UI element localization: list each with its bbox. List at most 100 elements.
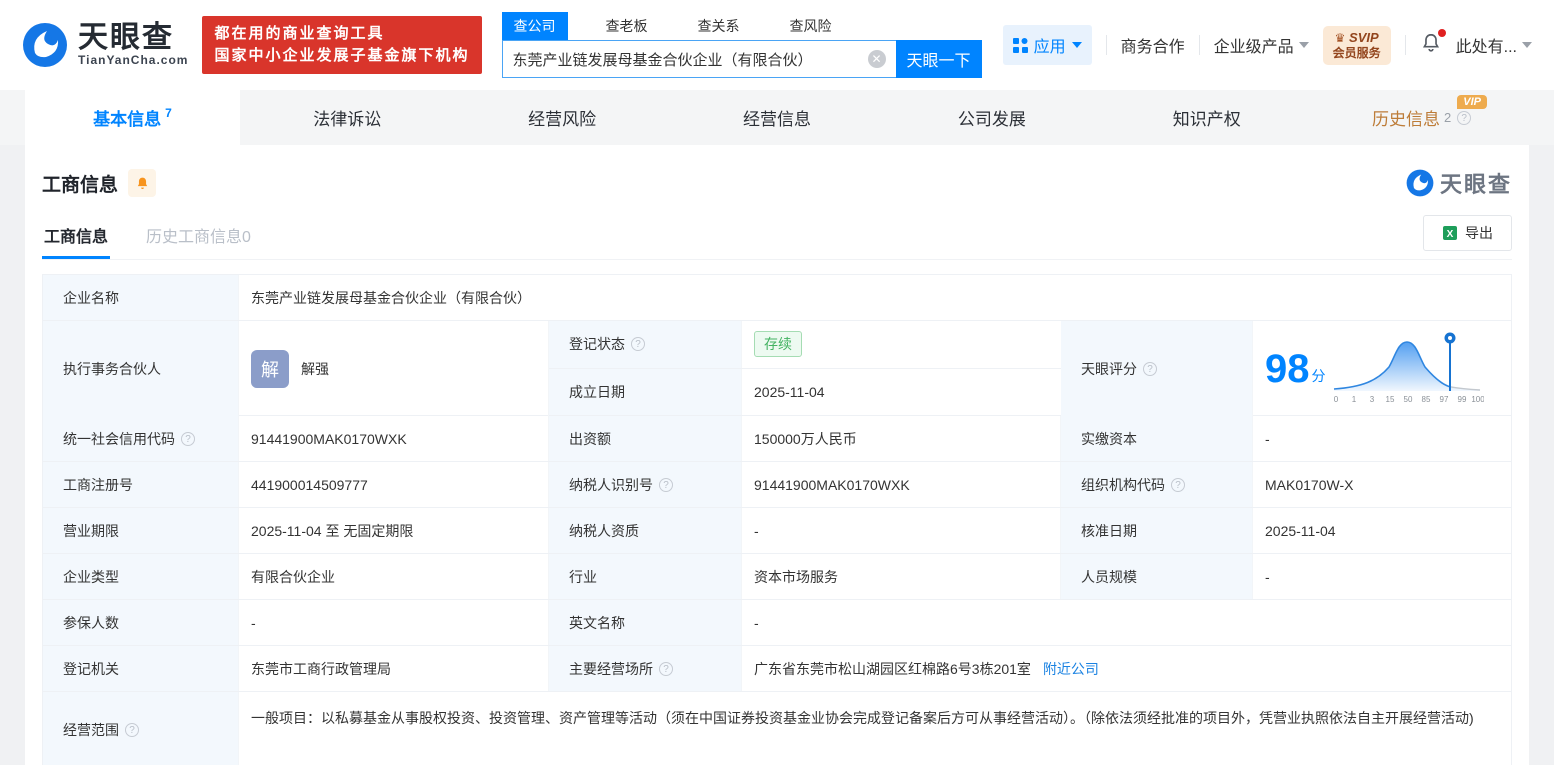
tab-count: 7 xyxy=(165,106,172,120)
tick-label: 50 xyxy=(1403,395,1412,404)
notifications-button[interactable] xyxy=(1420,28,1446,59)
svip-membership-button[interactable]: ♛ SVIP 会员服务 xyxy=(1322,25,1391,65)
reg-number-value: 441900014509777 xyxy=(239,462,549,507)
table-row: 营业期限 2025-11-04 至 无固定期限 纳税人资质 - 核准日期 202… xyxy=(43,508,1511,554)
divider xyxy=(1198,35,1200,55)
apps-label: 应用 xyxy=(1033,39,1066,56)
svip-sub-label: 会员服务 xyxy=(1332,45,1381,60)
tab-label: 历史信息 xyxy=(1371,110,1440,129)
field-label: 英文名称 xyxy=(549,600,742,645)
tab-basic-info[interactable]: 基本信息 7 xyxy=(25,90,240,145)
field-label-text: 主要经营场所 xyxy=(569,660,653,677)
field-label: 企业名称 xyxy=(43,275,239,320)
table-row: 企业名称 东莞产业链发展母基金合伙企业（有限合伙） xyxy=(43,275,1511,321)
tick-label: 99 xyxy=(1457,395,1466,404)
help-icon[interactable] xyxy=(1143,361,1157,376)
divider xyxy=(1404,35,1406,55)
tab-label: 知识产权 xyxy=(1172,110,1241,129)
search-tab-relation[interactable]: 查关系 xyxy=(686,12,752,40)
partner-name-link[interactable]: 解强 xyxy=(301,359,329,379)
field-label: 组织机构代码 xyxy=(1061,462,1253,507)
table-row: 登记机关 东莞市工商行政管理局 主要经营场所 广东省东莞市松山湖园区红棉路6号3… xyxy=(43,646,1511,692)
clear-search-icon[interactable]: ✕ xyxy=(867,50,886,68)
search-tab-company[interactable]: 查公司 xyxy=(501,12,568,40)
help-icon[interactable] xyxy=(631,337,645,352)
field-label: 企业类型 xyxy=(43,554,239,599)
field-label-text: 经营范围 xyxy=(63,722,119,738)
org-code-value: MAK0170W-X xyxy=(1265,476,1354,493)
tab-legal-proceedings[interactable]: 法律诉讼 xyxy=(240,90,455,145)
chevron-down-icon xyxy=(1298,42,1309,48)
search-tab-boss[interactable]: 查老板 xyxy=(594,12,660,40)
help-icon[interactable] xyxy=(1171,477,1185,492)
field-label: 主要经营场所 xyxy=(549,646,742,691)
staff-size-value: - xyxy=(1265,568,1270,585)
business-scope-value: 一般项目：以私募基金从事股权投资、投资管理、资产管理等活动（须在中国证券投资基金… xyxy=(251,710,1474,726)
tab-label: 法律诉讼 xyxy=(313,110,382,129)
business-cooperation-link[interactable]: 商务合作 xyxy=(1121,33,1185,57)
tick-label: 85 xyxy=(1421,395,1430,404)
tianyancha-watermark: 天眼查 xyxy=(1406,167,1512,199)
partner-value: 解 解强 xyxy=(239,321,549,416)
chevron-down-icon xyxy=(1522,42,1532,48)
divider xyxy=(1105,35,1107,55)
tianyan-score-cell: 98 分 0 1 3 15 50 85 97 99 100 xyxy=(1253,321,1511,416)
help-icon[interactable] xyxy=(181,431,195,446)
monitor-bell-button[interactable] xyxy=(128,169,157,197)
establish-date-value: 2025-11-04 xyxy=(754,383,825,400)
field-label: 纳税人资质 xyxy=(549,508,742,553)
address-text: 广东省东莞市松山湖园区红棉路6号3栋201室 xyxy=(754,660,1031,677)
help-icon[interactable] xyxy=(1457,110,1472,125)
chevron-down-icon xyxy=(1071,42,1082,48)
subtab-business-registration[interactable]: 工商信息 xyxy=(42,215,111,259)
table-row: 参保人数 - 英文名称 - xyxy=(43,600,1511,646)
field-label: 执行事务合伙人 xyxy=(43,321,239,416)
field-label: 成立日期 xyxy=(549,368,742,415)
field-label-text: 登记状态 xyxy=(569,336,625,353)
promo-line2: 国家中小企业发展子基金旗下机构 xyxy=(214,47,470,64)
search-button[interactable]: 天眼一下 xyxy=(895,40,982,78)
apps-grid-icon xyxy=(1012,37,1028,53)
svip-label: SVIP xyxy=(1349,29,1379,45)
tab-business-info[interactable]: 经营信息 xyxy=(670,90,885,145)
table-row: 统一社会信用代码 91441900MAK0170WXK 出资额 150000万人… xyxy=(43,416,1511,462)
promo-banner: 都在用的商业查询工具 国家中小企业发展子基金旗下机构 xyxy=(202,16,482,74)
enterprise-products-link[interactable]: 企业级产品 xyxy=(1214,33,1309,57)
score-distribution-chart: 0 1 3 15 50 85 97 99 100 xyxy=(1333,332,1484,404)
apps-menu-button[interactable]: 应用 xyxy=(1002,25,1092,65)
tab-label: 经营风险 xyxy=(528,110,597,129)
excel-icon: X xyxy=(1443,226,1457,240)
table-row: 企业类型 有限合伙企业 行业 资本市场服务 人员规模 - xyxy=(43,554,1511,600)
help-icon[interactable] xyxy=(659,661,673,676)
tick-label: 3 xyxy=(1369,395,1374,404)
subtab-history-registration[interactable]: 历史工商信息0 xyxy=(144,215,253,259)
table-row: 工商注册号 441900014509777 纳税人识别号 91441900MAK… xyxy=(43,462,1511,508)
registration-status-value: 存续 xyxy=(742,321,1061,368)
tab-company-development[interactable]: 公司发展 xyxy=(884,90,1099,145)
partner-avatar[interactable]: 解 xyxy=(251,349,289,388)
watermark-text: 天眼查 xyxy=(1439,172,1512,197)
score-unit: 分 xyxy=(1311,367,1326,384)
nearby-companies-link[interactable]: 附近公司 xyxy=(1043,659,1099,679)
field-label: 纳税人识别号 xyxy=(549,462,742,507)
promo-line1: 都在用的商业查询工具 xyxy=(214,25,385,42)
search-tab-risk[interactable]: 查风险 xyxy=(778,12,844,40)
user-menu[interactable]: 此处有... xyxy=(1456,33,1532,57)
tianyancha-swirl-icon xyxy=(23,23,67,67)
help-icon[interactable] xyxy=(125,723,139,737)
table-row: 执行事务合伙人 解 解强 登记状态 存续 成立日期 2025-11-0 xyxy=(43,321,1511,416)
score-value: 98 xyxy=(1265,346,1310,391)
tab-history-info[interactable]: VIP 历史信息 2 xyxy=(1314,90,1529,145)
export-button[interactable]: X 导出 xyxy=(1423,215,1512,251)
tab-label: 经营信息 xyxy=(743,110,811,129)
tab-intellectual-property[interactable]: 知识产权 xyxy=(1099,90,1314,145)
tab-operational-risk[interactable]: 经营风险 xyxy=(455,90,670,145)
export-label: 导出 xyxy=(1465,225,1493,241)
taxpayer-quality-value: - xyxy=(742,508,1061,553)
help-icon[interactable] xyxy=(659,477,673,492)
company-type-value: 有限合伙企业 xyxy=(239,554,549,599)
tianyancha-logo[interactable]: 天眼查 TianYanCha.com xyxy=(22,22,188,68)
search-input[interactable] xyxy=(502,50,868,68)
field-label-text: 组织机构代码 xyxy=(1081,476,1165,493)
tick-label: 15 xyxy=(1385,395,1394,404)
